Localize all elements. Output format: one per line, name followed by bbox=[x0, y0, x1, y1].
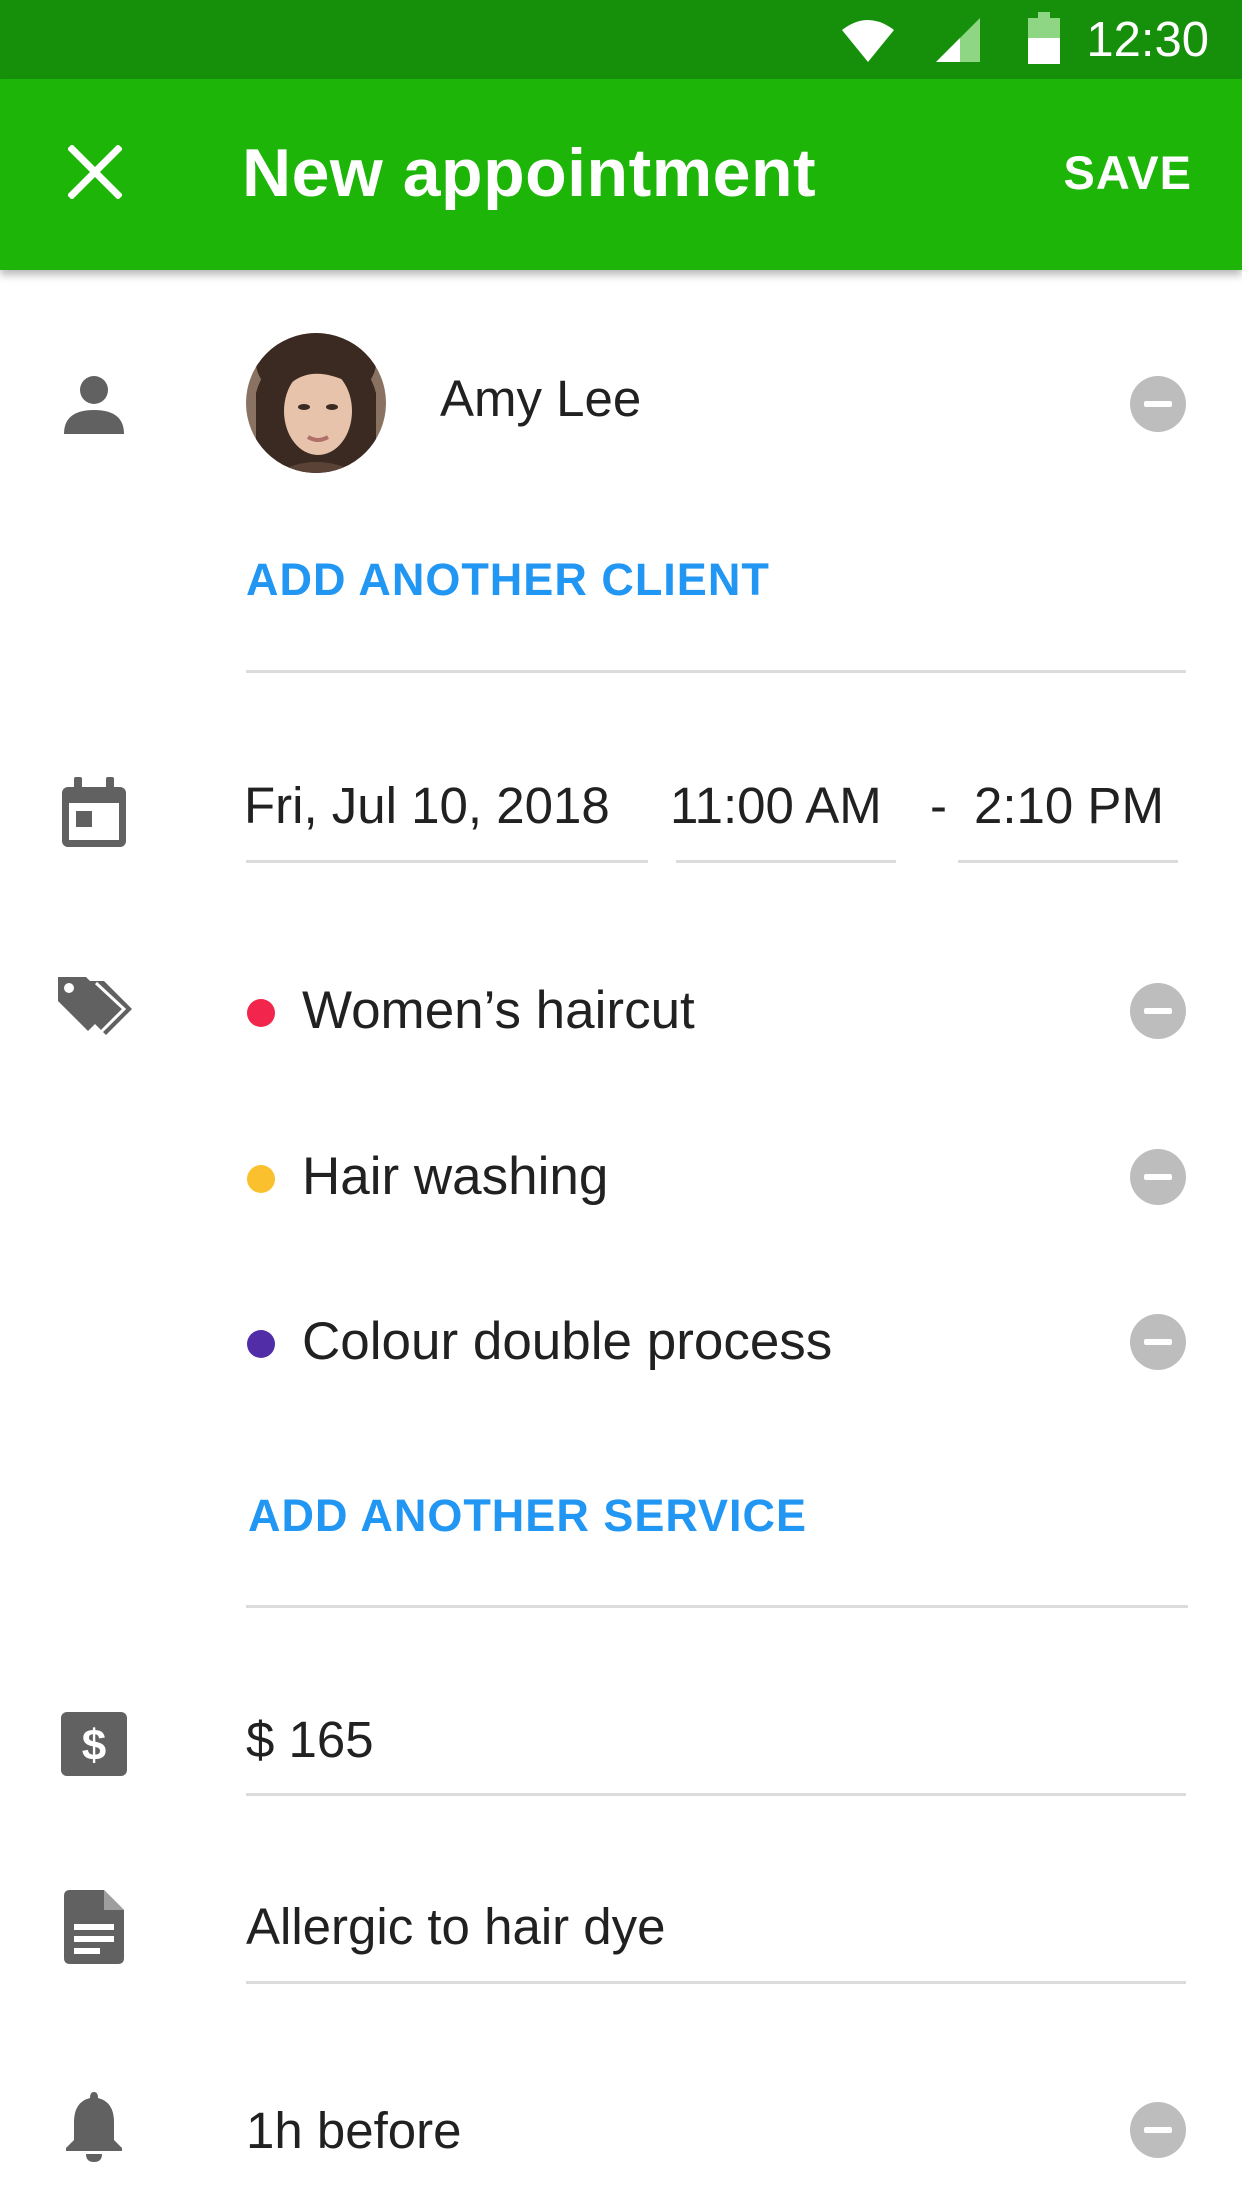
status-time: 12:30 bbox=[1086, 13, 1209, 67]
reminder-field[interactable]: 1h before bbox=[246, 2100, 462, 2162]
service-item-label[interactable]: Colour double process bbox=[302, 1310, 832, 1374]
save-button[interactable]: SAVE bbox=[1064, 145, 1193, 201]
time-separator: - bbox=[930, 777, 947, 834]
notes-icon bbox=[64, 1890, 124, 1964]
avatar[interactable] bbox=[246, 333, 386, 473]
remove-service-button[interactable] bbox=[1130, 1314, 1186, 1370]
remove-client-button[interactable] bbox=[1130, 376, 1186, 432]
service-item-label[interactable]: Hair washing bbox=[302, 1145, 608, 1209]
person-icon bbox=[64, 376, 124, 434]
avatar-photo bbox=[246, 333, 386, 473]
app-bar: New appointment SAVE bbox=[0, 79, 1242, 270]
end-time-field[interactable]: 2:10 PM bbox=[974, 775, 1164, 837]
bell-icon bbox=[66, 2092, 122, 2162]
service-color-dot bbox=[247, 999, 275, 1027]
tags-icon bbox=[58, 977, 132, 1035]
battery-icon bbox=[1028, 12, 1060, 64]
wifi-icon bbox=[842, 20, 894, 62]
svg-text:$: $ bbox=[82, 1721, 106, 1770]
page-title: New appointment bbox=[242, 135, 817, 211]
status-bar: 12:30 bbox=[0, 0, 1242, 79]
start-time-field[interactable]: 11:00 AM bbox=[670, 775, 882, 837]
services-divider bbox=[246, 1605, 1188, 1608]
remove-service-button[interactable] bbox=[1130, 983, 1186, 1039]
start-time-underline bbox=[676, 860, 896, 863]
notes-field-underline bbox=[246, 1981, 1186, 1984]
service-color-dot bbox=[247, 1330, 275, 1358]
close-icon bbox=[68, 145, 122, 199]
remove-service-button[interactable] bbox=[1130, 1149, 1186, 1205]
client-divider bbox=[246, 670, 1186, 673]
service-color-dot bbox=[247, 1165, 275, 1193]
add-another-client-button[interactable]: ADD ANOTHER CLIENT bbox=[246, 552, 770, 608]
calendar-icon bbox=[62, 777, 126, 847]
remove-reminder-button[interactable] bbox=[1130, 2102, 1186, 2158]
price-field-underline bbox=[246, 1793, 1186, 1796]
close-button[interactable] bbox=[50, 127, 140, 217]
signal-icon bbox=[936, 18, 980, 62]
date-field-underline bbox=[246, 860, 648, 863]
price-field[interactable]: $ 165 bbox=[246, 1709, 374, 1771]
price-icon: $ bbox=[61, 1712, 127, 1776]
end-time-underline bbox=[958, 860, 1178, 863]
add-another-service-button[interactable]: ADD ANOTHER SERVICE bbox=[248, 1488, 807, 1544]
client-name[interactable]: Amy Lee bbox=[440, 368, 641, 430]
service-item-label[interactable]: Women’s haircut bbox=[302, 979, 695, 1043]
date-field[interactable]: Fri, Jul 10, 2018 bbox=[244, 775, 610, 837]
notes-field[interactable]: Allergic to hair dye bbox=[246, 1896, 666, 1958]
